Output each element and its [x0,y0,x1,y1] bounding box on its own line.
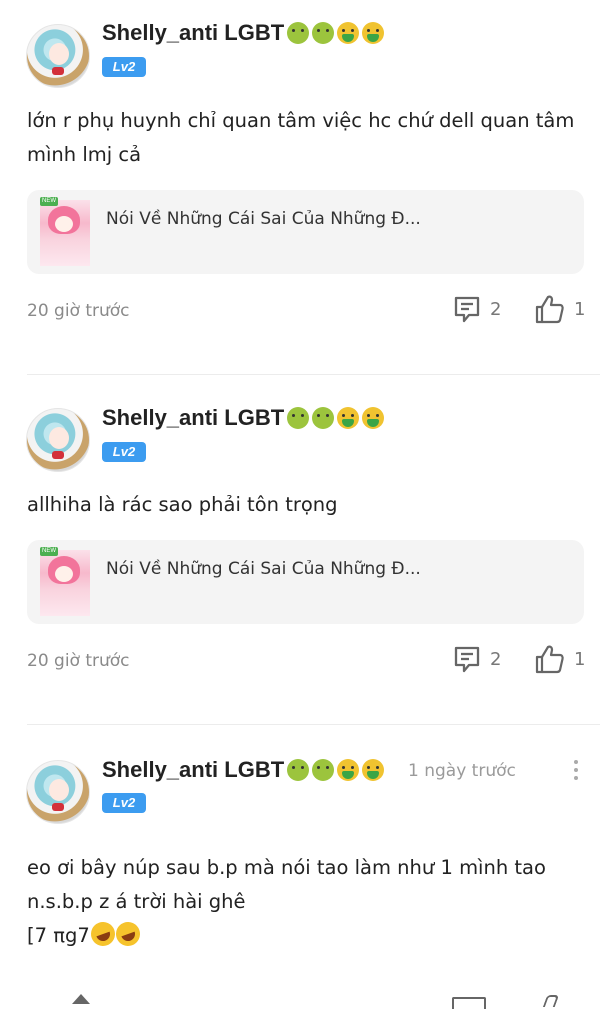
nauseated-face-icon [312,759,335,781]
post-title: Nói Về Những Cái Sai Của Những Đ... [106,209,421,229]
vomiting-face-icon [337,407,360,429]
thumbs-up-icon[interactable] [542,995,560,1007]
comment-text: eo ơi bây núp sau b.p mà nói tao làm như… [27,851,582,953]
like-button[interactable]: 1 [534,643,585,675]
new-tag: NEW [40,547,58,556]
rolling-laughing-icon [87,918,119,950]
like-count: 1 [574,648,586,670]
comment-text-line: eo ơi bây núp sau b.p mà nói tao làm như… [27,856,546,913]
reply-button[interactable]: 2 [452,294,501,324]
username[interactable]: Shelly_anti LGBT [102,405,385,431]
timestamp: 20 giờ trước [27,651,130,671]
more-vertical-icon[interactable] [566,760,586,784]
nauseated-face-icon [287,22,310,44]
level-badge: Lv2 [102,793,146,813]
nauseated-face-icon [287,407,310,429]
vomiting-face-icon [362,759,385,781]
vomiting-face-icon [337,759,360,781]
post-thumbnail [40,550,90,616]
timestamp: 1 ngày trước [408,761,516,781]
comment-icon[interactable] [452,997,486,1009]
thumbs-up-icon [535,645,564,674]
up-arrow-icon[interactable] [72,994,90,1004]
comment-text-line: [7 πg7 [27,918,582,953]
post-title: Nói Về Những Cái Sai Của Những Đ... [106,559,421,579]
like-count: 1 [574,298,586,320]
reply-button[interactable]: 2 [452,644,501,674]
comment-icon [454,646,480,673]
vomiting-face-icon [362,22,385,44]
nauseated-face-icon [312,22,335,44]
divider [27,724,600,725]
new-tag: NEW [40,197,58,206]
comment-icon [454,296,480,323]
username[interactable]: Shelly_anti LGBT [102,20,385,46]
vomiting-face-icon [362,407,385,429]
like-button[interactable]: 1 [534,293,585,325]
thumbs-up-icon [535,295,564,324]
divider [27,374,600,375]
avatar[interactable] [26,24,90,88]
username[interactable]: Shelly_anti LGBT [102,757,385,783]
level-badge: Lv2 [102,442,146,462]
post-link-card[interactable]: NEW Nói Về Những Cái Sai Của Những Đ... [27,540,584,624]
nauseated-face-icon [312,407,335,429]
comment-text: allhiha là rác sao phải tôn trọng [27,493,338,516]
avatar[interactable] [26,408,90,472]
reply-count: 2 [490,648,502,670]
timestamp: 20 giờ trước [27,301,130,321]
avatar[interactable] [26,760,90,824]
post-link-card[interactable]: NEW Nói Về Những Cái Sai Của Những Đ... [27,190,584,274]
vomiting-face-icon [337,22,360,44]
level-badge: Lv2 [102,57,146,77]
post-thumbnail [40,200,90,266]
nauseated-face-icon [287,759,310,781]
comment-text: lớn r phụ huynh chỉ quan tâm việc hc chứ… [27,109,575,166]
reply-count: 2 [490,298,502,320]
rolling-laughing-icon [112,918,144,950]
